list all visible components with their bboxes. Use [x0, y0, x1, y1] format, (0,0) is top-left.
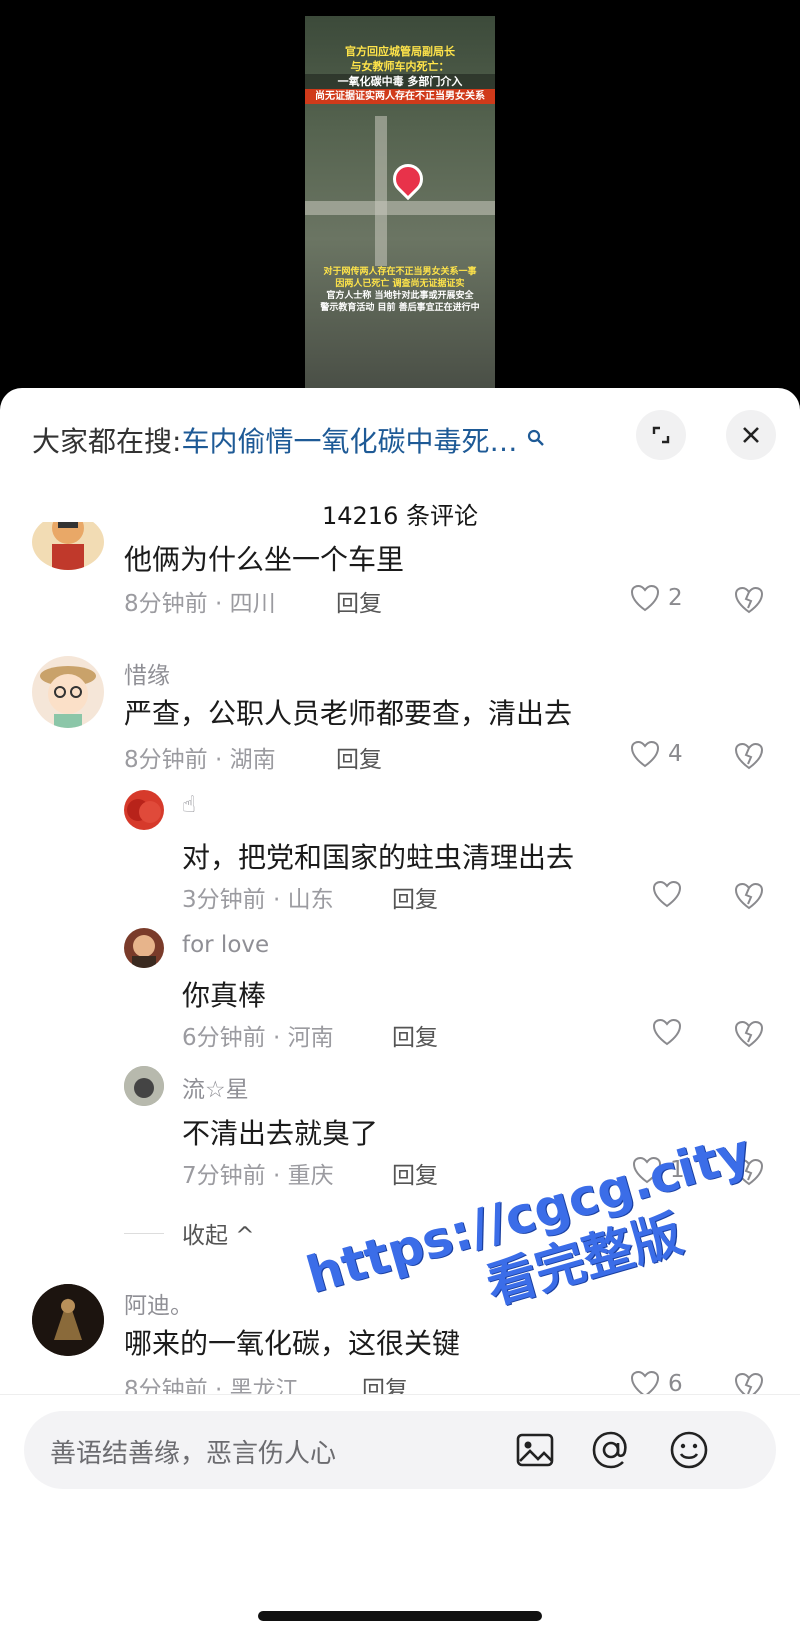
- like-button[interactable]: 4: [630, 740, 683, 768]
- dislike-icon[interactable]: [734, 882, 764, 910]
- dislike-icon[interactable]: [734, 742, 764, 770]
- headline-line: 一氧化碳中毒 多部门介入: [305, 74, 495, 89]
- video-caption: 对于网传两人存在不正当男女关系一事 因两人已死亡 调查尚无证据证实 官方人士称 …: [311, 266, 489, 314]
- close-icon: [743, 427, 759, 443]
- emoji-icon[interactable]: [668, 1429, 710, 1471]
- comment-text: 严查，公职人员老师都要查，清出去: [124, 697, 573, 730]
- dislike-icon[interactable]: [734, 1020, 764, 1048]
- comment-meta: 8分钟前 · 湖南: [124, 747, 276, 773]
- heart-icon: [630, 584, 660, 612]
- divider: [124, 1232, 164, 1234]
- avatar[interactable]: [32, 522, 104, 570]
- username[interactable]: ☝: [182, 792, 196, 818]
- collapse-label: 收起 ^: [182, 1223, 255, 1249]
- search-icon[interactable]: [527, 429, 545, 452]
- at-icon[interactable]: [590, 1429, 632, 1471]
- headline-line: 官方回应城管局副局长: [345, 45, 455, 58]
- image-icon[interactable]: [514, 1429, 556, 1471]
- comment-meta: 8分钟前 · 四川: [124, 591, 276, 617]
- input-placeholder: 善语结善缘，恶言伤人心: [50, 1439, 337, 1469]
- like-button[interactable]: [652, 880, 690, 908]
- comment-list[interactable]: 他俩为什么坐一个车里 8分钟前 · 四川 回复 2 惜缘 严查，公职人员老师都要…: [0, 522, 800, 1534]
- video-player[interactable]: 官方回应城管局副局长 与女教师车内死亡： 一氧化碳中毒 多部门介入 尚无证据证实…: [0, 0, 800, 400]
- comment-meta: 3分钟前 · 山东: [182, 887, 334, 913]
- reply-button[interactable]: 回复: [336, 740, 382, 774]
- comment-meta: 6分钟前 · 河南: [182, 1025, 334, 1051]
- heart-icon: [652, 1018, 682, 1046]
- map-road: [305, 201, 495, 215]
- heart-icon: [630, 740, 660, 768]
- heart-icon: [652, 880, 682, 908]
- avatar[interactable]: [124, 1066, 164, 1106]
- video-thumbnail[interactable]: 官方回应城管局副局长 与女教师车内死亡： 一氧化碳中毒 多部门介入 尚无证据证实…: [305, 16, 495, 388]
- avatar[interactable]: [124, 790, 164, 830]
- search-prefix: 大家都在搜:: [32, 425, 182, 458]
- collapse-replies-button[interactable]: 收起 ^: [124, 1216, 255, 1250]
- comment-meta: 7分钟前 · 重庆: [182, 1163, 334, 1189]
- caption-line: 官方人士称 当地针对此事或开展安全: [326, 291, 474, 301]
- map-road: [375, 116, 387, 266]
- expand-icon: [652, 426, 670, 444]
- close-button[interactable]: [726, 410, 776, 460]
- avatar[interactable]: [124, 928, 164, 968]
- like-button[interactable]: 2: [630, 584, 683, 612]
- comment-text: 不清出去就臭了: [182, 1117, 379, 1150]
- reply-button[interactable]: 回复: [392, 1018, 438, 1052]
- reply-button[interactable]: 回复: [392, 1156, 438, 1190]
- expand-button[interactable]: [636, 410, 686, 460]
- headline-line: 尚无证据证实两人存在不正当男女关系: [305, 89, 495, 104]
- trending-search[interactable]: 大家都在搜: 车内偷情一氧化碳中毒死…: [32, 418, 545, 462]
- username[interactable]: for love: [182, 932, 269, 958]
- caption-line: 因两人已死亡 调查尚无证据证实: [335, 279, 465, 289]
- comment-input-bar: 善语结善缘，恶言伤人心: [0, 1394, 800, 1652]
- username[interactable]: 阿迪。: [124, 1286, 193, 1320]
- dislike-icon[interactable]: [734, 586, 764, 614]
- map-pin-icon: [386, 157, 430, 201]
- caption-line: 警示教育活动 目前 善后事宜正在进行中: [320, 303, 480, 313]
- reply-button[interactable]: 回复: [392, 880, 438, 914]
- username[interactable]: 流☆星: [182, 1070, 249, 1104]
- avatar[interactable]: [32, 656, 104, 728]
- headline-line: 与女教师车内死亡：: [350, 60, 450, 73]
- like-count: 4: [668, 741, 683, 767]
- like-count: 2: [668, 585, 683, 611]
- comment-text: 他俩为什么坐一个车里: [124, 543, 405, 576]
- video-headline: 官方回应城管局副局长 与女教师车内死亡： 一氧化碳中毒 多部门介入 尚无证据证实…: [305, 44, 495, 104]
- comment-text: 对，把党和国家的蛀虫清理出去: [182, 841, 575, 874]
- home-indicator: [258, 1611, 542, 1621]
- reply-button[interactable]: 回复: [336, 584, 382, 618]
- username[interactable]: 惜缘: [124, 656, 170, 690]
- comment-text: 你真棒: [182, 979, 267, 1012]
- comment-input[interactable]: 善语结善缘，恶言伤人心: [24, 1411, 776, 1489]
- avatar[interactable]: [32, 1284, 104, 1356]
- search-term-link[interactable]: 车内偷情一氧化碳中毒死…: [181, 420, 517, 460]
- comment-sheet: 大家都在搜: 车内偷情一氧化碳中毒死… 14216 条评论 他俩为什么坐一个车里…: [0, 388, 800, 1652]
- caption-line: 对于网传两人存在不正当男女关系一事: [323, 267, 477, 277]
- like-button[interactable]: [652, 1018, 690, 1046]
